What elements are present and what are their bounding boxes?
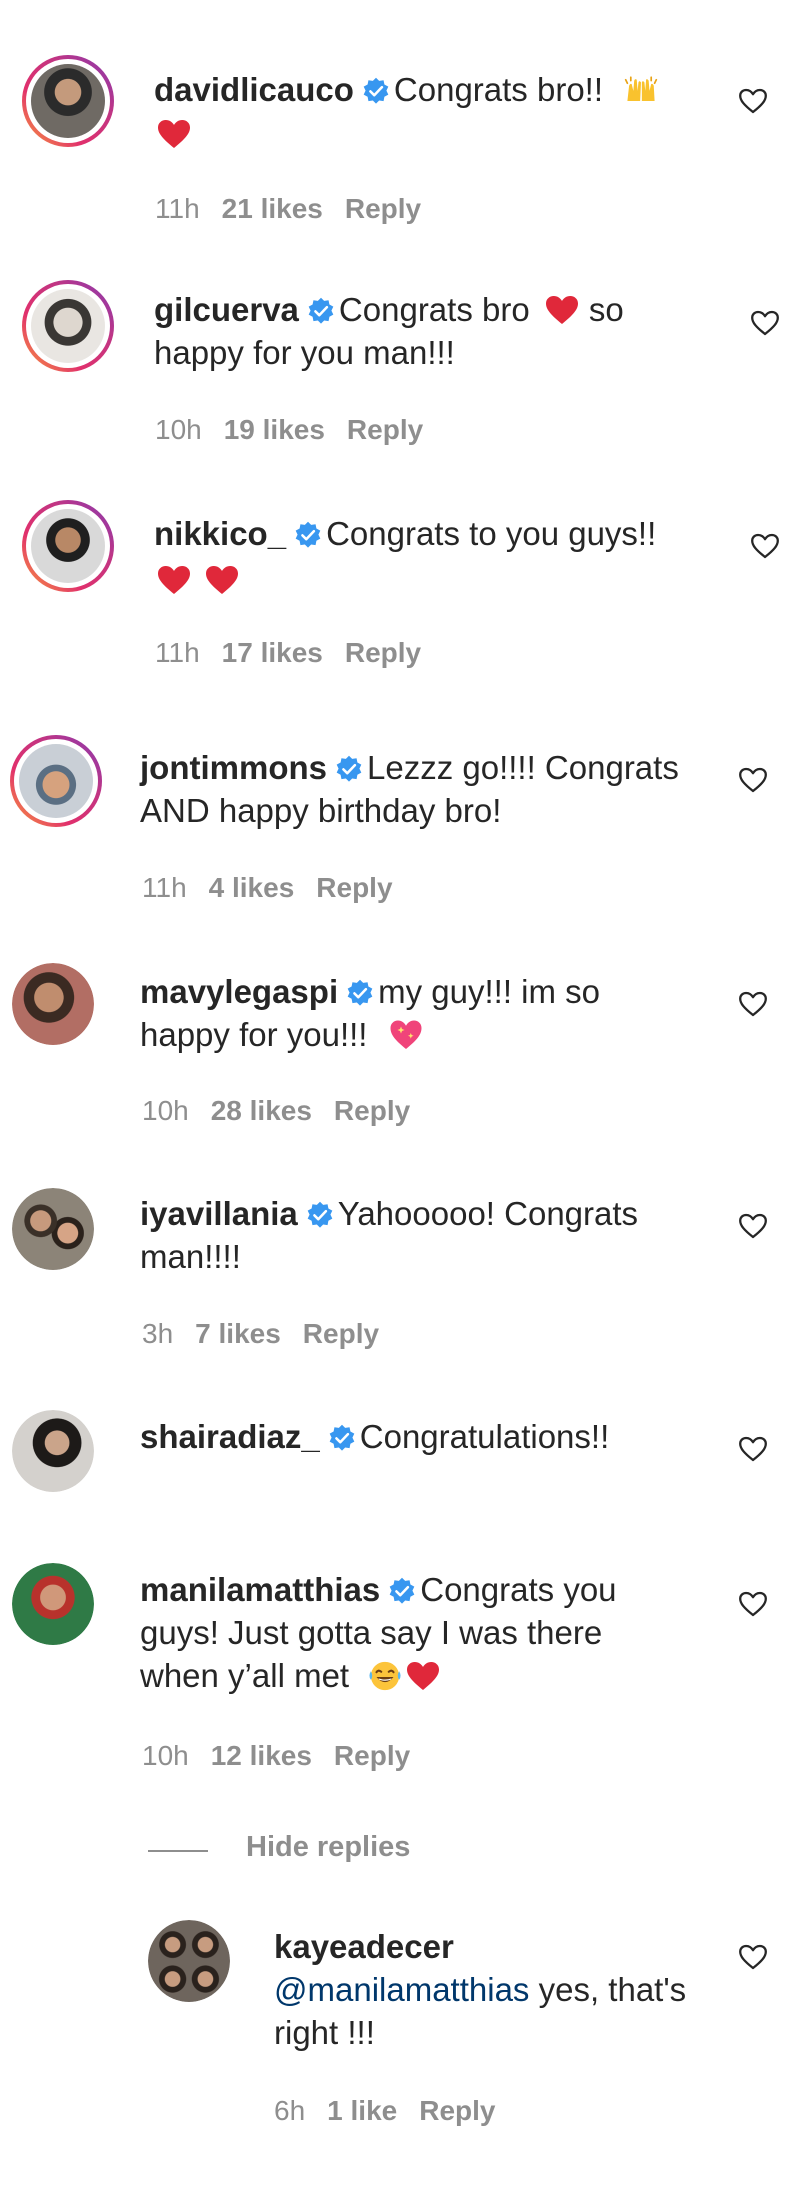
red-heart-emoji-icon xyxy=(157,119,191,149)
comment-meta: 10h 12 likes Reply xyxy=(142,1740,432,1772)
timestamp: 10h xyxy=(142,1095,189,1126)
reply-button[interactable]: Reply xyxy=(345,637,421,668)
comment-text: happy for you man!!! xyxy=(154,334,455,371)
timestamp: 10h xyxy=(142,1740,189,1771)
timestamp: 11h xyxy=(142,872,187,903)
likes-count[interactable]: 17 likes xyxy=(222,637,323,668)
avatar[interactable] xyxy=(12,1563,94,1645)
comment-text: yes, that's xyxy=(538,1971,687,2008)
likes-count[interactable]: 7 likes xyxy=(195,1318,281,1349)
verified-badge-icon xyxy=(328,1424,356,1452)
avatar[interactable] xyxy=(22,280,114,372)
like-heart-icon[interactable] xyxy=(738,990,768,1018)
avatar[interactable] xyxy=(10,735,102,827)
likes-count[interactable]: 19 likes xyxy=(224,414,325,445)
username[interactable]: kayeadecer xyxy=(274,1928,454,1965)
avatar[interactable] xyxy=(12,1410,94,1492)
username[interactable]: jontimmons xyxy=(140,749,327,786)
username[interactable]: mavylegaspi xyxy=(140,973,338,1010)
username[interactable]: nikkico_ xyxy=(154,515,286,552)
likes-count[interactable]: 28 likes xyxy=(211,1095,312,1126)
username[interactable]: manilamatthias xyxy=(140,1571,380,1608)
like-heart-icon[interactable] xyxy=(738,87,768,115)
verified-badge-icon xyxy=(388,1577,416,1605)
like-heart-icon[interactable] xyxy=(738,1212,768,1240)
red-heart-emoji-icon xyxy=(545,295,579,325)
timestamp: 11h xyxy=(155,637,200,668)
comment-meta: 10h 28 likes Reply xyxy=(142,1095,432,1127)
comment-text: Lezzz go!!!! Congrats xyxy=(367,749,679,786)
verified-badge-icon xyxy=(362,77,390,105)
like-heart-icon[interactable] xyxy=(750,309,780,337)
comment-text: happy for you!!! xyxy=(140,1016,368,1053)
comment-text: guys! Just gotta say I was there xyxy=(140,1614,603,1651)
comment-text: Congrats bro!! xyxy=(393,71,604,108)
avatar[interactable] xyxy=(22,55,114,147)
red-heart-emoji-icon xyxy=(157,565,191,595)
comment-text: so xyxy=(588,291,624,328)
username[interactable]: davidlicauco xyxy=(154,71,354,108)
verified-badge-icon xyxy=(346,979,374,1007)
like-heart-icon[interactable] xyxy=(738,1435,768,1463)
reply-button[interactable]: Reply xyxy=(334,1095,410,1126)
timestamp: 6h xyxy=(274,2095,306,2126)
comment-text: man!!!! xyxy=(140,1238,241,1275)
verified-badge-icon xyxy=(307,297,335,325)
comment-text: when y’all met xyxy=(140,1657,350,1694)
comment-meta: 3h 7 likes Reply xyxy=(142,1318,401,1350)
likes-count[interactable]: 21 likes xyxy=(222,193,323,224)
comment-text: AND happy birthday bro! xyxy=(140,792,502,829)
red-heart-emoji-icon xyxy=(406,1661,440,1691)
hide-replies-label[interactable]: Hide replies xyxy=(246,1831,410,1864)
timestamp: 3h xyxy=(142,1318,174,1349)
avatar[interactable] xyxy=(12,1188,94,1270)
comment-text: Yahooooo! Congrats xyxy=(337,1195,639,1232)
comment-text: Congrats bro xyxy=(338,291,530,328)
divider xyxy=(148,1850,208,1852)
reply-button[interactable]: Reply xyxy=(347,414,423,445)
avatar[interactable] xyxy=(12,963,94,1045)
avatar[interactable] xyxy=(148,1920,230,2002)
mention-link[interactable]: @manilamatthias xyxy=(274,1971,529,2008)
red-heart-emoji-icon xyxy=(205,565,239,595)
comment-meta: 6h 1 like Reply xyxy=(274,2095,517,2127)
reply-button[interactable]: Reply xyxy=(345,193,421,224)
reply-button[interactable]: Reply xyxy=(334,1740,410,1771)
reply-button[interactable]: Reply xyxy=(316,872,392,903)
comment-meta: 10h 19 likes Reply xyxy=(155,414,445,446)
verified-badge-icon xyxy=(294,521,322,549)
likes-count[interactable]: 12 likes xyxy=(211,1740,312,1771)
sparkling-heart-emoji-icon xyxy=(389,1018,423,1052)
reply-button[interactable]: Reply xyxy=(303,1318,379,1349)
username[interactable]: shairadiaz_ xyxy=(140,1418,320,1455)
verified-badge-icon xyxy=(335,755,363,783)
like-heart-icon[interactable] xyxy=(738,1590,768,1618)
tears-of-joy-emoji-icon xyxy=(368,1659,402,1693)
comment-text: right !!! xyxy=(274,2014,375,2051)
comment-text: Congrats you xyxy=(420,1571,617,1608)
likes-count[interactable]: 4 likes xyxy=(209,872,295,903)
username[interactable]: gilcuerva xyxy=(154,291,299,328)
raising-hands-emoji-icon xyxy=(624,73,658,107)
likes-count[interactable]: 1 like xyxy=(327,2095,397,2126)
like-heart-icon[interactable] xyxy=(738,766,768,794)
verified-badge-icon xyxy=(306,1201,334,1229)
comment-meta: 11h 17 likes Reply xyxy=(155,637,443,669)
comment-meta: 11h 21 likes Reply xyxy=(155,193,443,225)
timestamp: 11h xyxy=(155,193,200,224)
like-heart-icon[interactable] xyxy=(750,532,780,560)
comment-meta: 11h 4 likes Reply xyxy=(142,872,415,904)
reply-button[interactable]: Reply xyxy=(419,2095,495,2126)
comment-text: Congratulations!! xyxy=(359,1418,610,1455)
timestamp: 10h xyxy=(155,414,202,445)
comment-text: Congrats to you guys!! xyxy=(326,515,657,552)
like-heart-icon[interactable] xyxy=(738,1943,768,1971)
username[interactable]: iyavillania xyxy=(140,1195,298,1232)
avatar[interactable] xyxy=(22,500,114,592)
comment-text: my guy!!! im so xyxy=(378,973,601,1010)
